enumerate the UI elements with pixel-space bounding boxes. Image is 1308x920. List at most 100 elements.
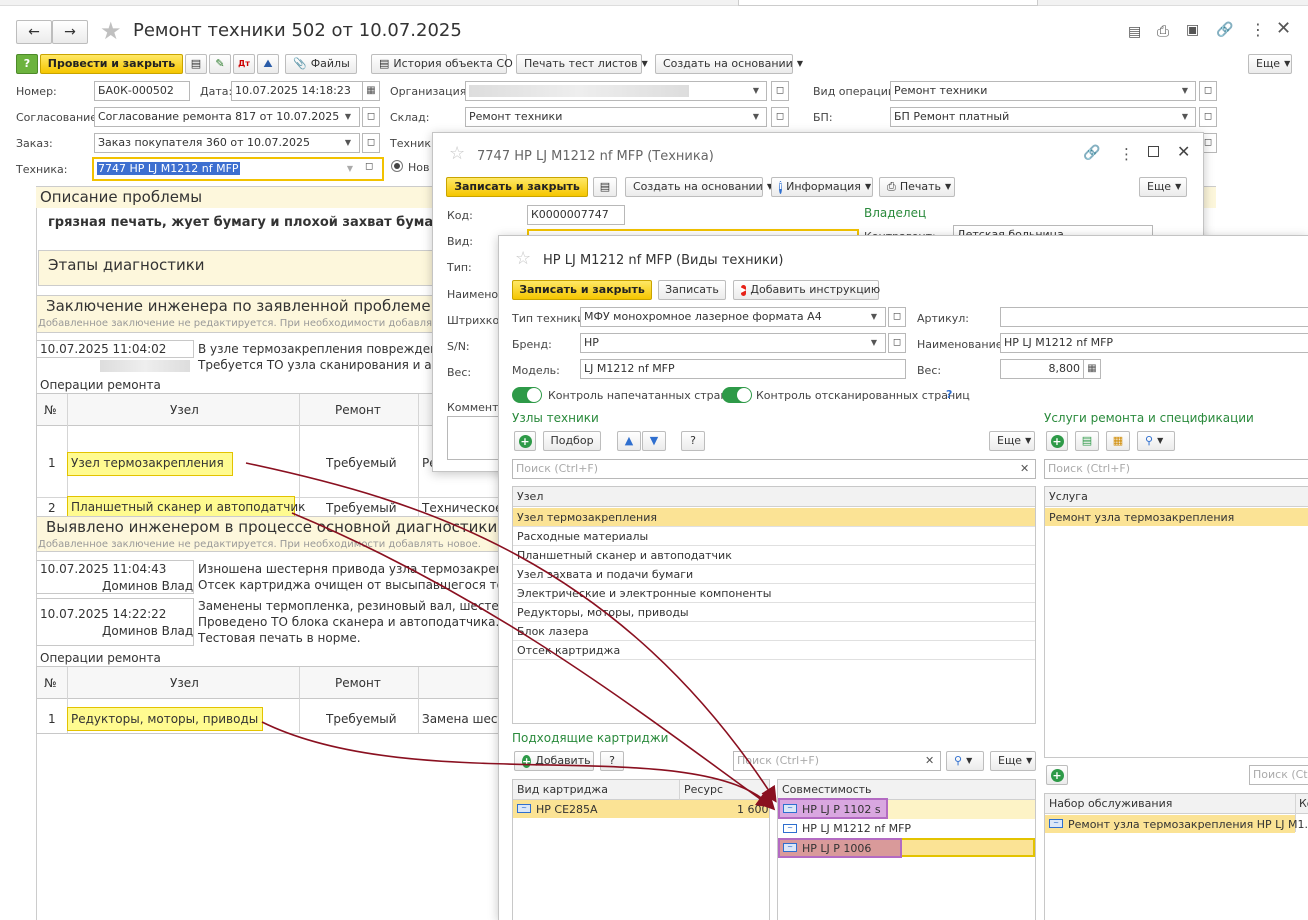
- favorite-star-icon[interactable]: ☆: [449, 143, 465, 164]
- save-icon[interactable]: ▤: [1128, 24, 1141, 40]
- services-search-input[interactable]: Поиск (Ctrl+F): [1044, 459, 1308, 479]
- calculator-icon[interactable]: ▦: [1083, 359, 1101, 379]
- save-button[interactable]: ▤: [185, 54, 207, 74]
- nodes-more-button[interactable]: Еще ▼: [989, 431, 1035, 451]
- number-field[interactable]: БА0К-000502: [94, 81, 190, 101]
- add-instruction-button[interactable]: ▶ Добавить инструкцию: [733, 280, 880, 300]
- list-item[interactable]: Редукторы, моторы, приводы: [517, 606, 689, 619]
- list-item[interactable]: HP LJ P 1102 s: [802, 803, 881, 816]
- save-close-button[interactable]: Записать и закрыть: [512, 280, 652, 300]
- brand-field[interactable]: HP: [580, 333, 886, 353]
- maximize-icon[interactable]: [1148, 146, 1159, 157]
- kit-search-input[interactable]: Поиск (Ctrl+F): [1249, 765, 1308, 785]
- org-field[interactable]: [465, 81, 767, 101]
- more-button[interactable]: Еще ▼: [1139, 177, 1187, 197]
- cartridge-search-input[interactable]: Поиск (Ctrl+F): [733, 751, 941, 771]
- save-close-button[interactable]: Записать и закрыть: [446, 177, 588, 197]
- calendar-icon[interactable]: ▦: [362, 81, 380, 101]
- list-item[interactable]: Блок лазера: [517, 625, 589, 638]
- favorite-star-icon[interactable]: ☆: [515, 248, 531, 269]
- open-icon[interactable]: ◻: [888, 333, 906, 353]
- close-main-icon[interactable]: ✕: [1276, 18, 1291, 39]
- open-icon[interactable]: ◻: [1199, 81, 1217, 101]
- add-kit-button[interactable]: +: [1046, 765, 1068, 785]
- toggle-printed[interactable]: [512, 387, 542, 403]
- op-field[interactable]: Ремонт техники: [890, 81, 1196, 101]
- info-button[interactable]: i Информация ▼: [771, 177, 873, 197]
- chevron-down-icon[interactable]: ▼: [866, 333, 882, 353]
- service-search-button[interactable]: ⚲ ▼: [1137, 431, 1175, 451]
- article-field[interactable]: [1000, 307, 1308, 327]
- post-doc-icon[interactable]: ✎: [209, 54, 231, 74]
- favorite-star-icon[interactable]: ★: [100, 17, 122, 45]
- open-icon[interactable]: ◻: [362, 107, 380, 127]
- dt-kt-icon[interactable]: Дт: [233, 54, 255, 74]
- radio-new[interactable]: [391, 160, 403, 172]
- menu-dots-icon[interactable]: ⋮: [1119, 145, 1134, 163]
- open-icon[interactable]: ◻: [1199, 107, 1217, 127]
- list-item[interactable]: Узел захвата и подачи бумаги: [517, 568, 693, 581]
- open-icon[interactable]: ◻: [365, 161, 373, 172]
- clear-icon[interactable]: ✕: [925, 754, 934, 767]
- files-button[interactable]: 📎 Файлы: [285, 54, 357, 74]
- history-button[interactable]: ▤ История объекта СО: [371, 54, 513, 74]
- nodes-search-input[interactable]: Поиск (Ctrl+F): [512, 459, 1036, 479]
- move-down-button[interactable]: ▼: [642, 431, 666, 451]
- list-item[interactable]: Узел термозакрепления: [517, 511, 657, 524]
- close-icon[interactable]: ✕: [1177, 142, 1190, 161]
- clear-icon[interactable]: ✕: [1020, 462, 1029, 475]
- print-icon[interactable]: ⎙: [1157, 22, 1169, 40]
- chevron-down-icon[interactable]: ▼: [1177, 107, 1193, 127]
- move-up-button[interactable]: ▲: [617, 431, 641, 451]
- add-service-button[interactable]: +: [1046, 431, 1068, 451]
- more-button[interactable]: Еще ▼: [1248, 54, 1292, 74]
- open-icon[interactable]: ◻: [888, 307, 906, 327]
- model-field[interactable]: LJ M1212 nf MFP: [580, 359, 906, 379]
- chevron-down-icon[interactable]: ▼: [748, 81, 764, 101]
- pick-button[interactable]: Подбор: [543, 431, 601, 451]
- open-icon[interactable]: ◻: [771, 81, 789, 101]
- save-button[interactable]: ▤: [593, 177, 617, 197]
- preview-icon[interactable]: ▣: [1186, 22, 1199, 38]
- chevron-down-icon[interactable]: ▼: [748, 107, 764, 127]
- cartridge-name[interactable]: HP CE285A: [536, 803, 598, 816]
- name-field[interactable]: HP LJ M1212 nf MFP: [1000, 333, 1308, 353]
- list-item[interactable]: HP LJ M1212 nf MFP: [802, 822, 911, 835]
- add-cartridge-button[interactable]: + Добавить: [514, 751, 594, 771]
- print-test-button[interactable]: Печать тест листов ▼: [516, 54, 648, 74]
- back-button[interactable]: ←: [16, 20, 52, 44]
- structure-icon[interactable]: ⛰: [257, 54, 279, 74]
- chevron-down-icon[interactable]: ▼: [342, 159, 358, 179]
- add-node-button[interactable]: +: [514, 431, 536, 451]
- spec-icon[interactable]: ▦: [1106, 431, 1130, 451]
- tech-field[interactable]: 7747 HP LJ M1212 nf MFP: [92, 157, 384, 181]
- kit-item[interactable]: Ремонт узла термозакрепления HP LJ M1...: [1068, 818, 1308, 831]
- order-field[interactable]: Заказ покупателя 360 от 10.07.2025: [94, 133, 360, 153]
- chevron-down-icon[interactable]: ▼: [1177, 81, 1193, 101]
- open-icon[interactable]: ◻: [771, 107, 789, 127]
- link-icon[interactable]: 🔗: [1083, 145, 1100, 161]
- create-based-button[interactable]: Создать на основании ▼: [625, 177, 773, 197]
- bp-field[interactable]: БП Ремонт платный: [890, 107, 1196, 127]
- chevron-down-icon[interactable]: ▼: [866, 307, 882, 327]
- chevron-down-icon[interactable]: ▼: [340, 133, 356, 153]
- list-item[interactable]: Ремонт узла термозакрепления: [1049, 511, 1234, 524]
- warehouse-field[interactable]: Ремонт техники: [465, 107, 767, 127]
- link-icon[interactable]: 🔗: [1216, 22, 1233, 38]
- create-based-button[interactable]: Создать на основании ▼: [655, 54, 803, 74]
- chevron-down-icon[interactable]: ▼: [340, 107, 356, 127]
- list-item[interactable]: Планшетный сканер и автоподатчик: [517, 549, 732, 562]
- agree-field[interactable]: Согласование ремонта 817 от 10.07.2025: [94, 107, 360, 127]
- help-icon[interactable]: ?: [600, 751, 624, 771]
- menu-dots-icon[interactable]: ⋮: [1250, 20, 1266, 39]
- help-icon[interactable]: ?: [946, 388, 952, 401]
- list-item[interactable]: Электрические и электронные компоненты: [517, 587, 771, 600]
- list-item[interactable]: HP LJ P 1006: [802, 842, 871, 855]
- list-item[interactable]: Расходные материалы: [517, 530, 648, 543]
- help-icon[interactable]: ?: [681, 431, 705, 451]
- post-and-close-button[interactable]: Провести и закрыть: [40, 54, 183, 74]
- code-field[interactable]: К0000007747: [527, 205, 625, 225]
- add-doc-icon[interactable]: ▤: [1075, 431, 1099, 451]
- weight-field[interactable]: 8,800: [1000, 359, 1084, 379]
- list-item[interactable]: Отсек картриджа: [517, 644, 620, 657]
